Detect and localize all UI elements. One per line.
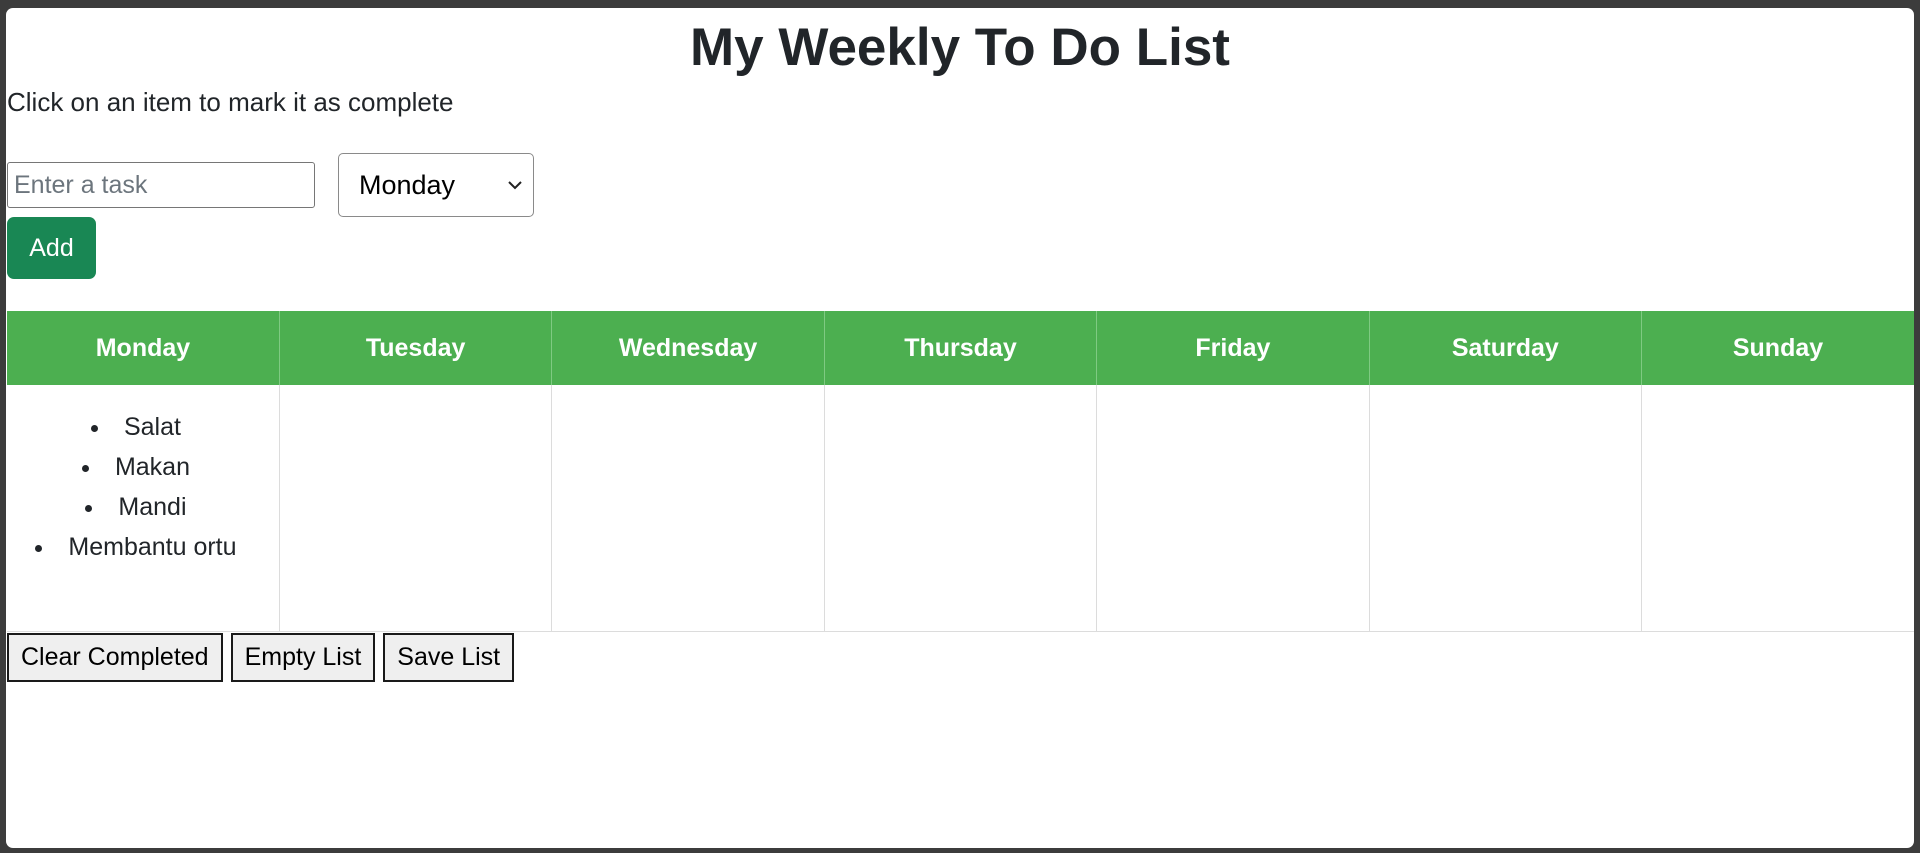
empty-list-button[interactable]: Empty List: [230, 633, 376, 682]
clear-completed-button[interactable]: Clear Completed: [7, 633, 223, 682]
day-header-sunday: Sunday: [1641, 311, 1914, 385]
day-select[interactable]: Monday: [338, 153, 534, 217]
day-header-tuesday: Tuesday: [279, 311, 553, 385]
day-cell-friday: [1096, 385, 1370, 632]
day-header-friday: Friday: [1096, 311, 1370, 385]
day-header-row: Monday Tuesday Wednesday Thursday Friday Satu…: [7, 311, 1914, 385]
day-select-value: Monday: [359, 169, 456, 200]
day-header-wednesday: Wednesday: [551, 311, 825, 385]
app-window: My Weekly To Do List Click on an item to…: [6, 8, 1914, 848]
day-header-thursday: Thursday: [824, 311, 1098, 385]
task-list-monday: SalatMakanMandiMembantu ortu: [7, 407, 279, 567]
task-input[interactable]: [7, 162, 315, 208]
day-header-saturday: Saturday: [1369, 311, 1643, 385]
task-item[interactable]: Salat: [7, 407, 265, 447]
day-cell-thursday: [824, 385, 1098, 632]
chevron-down-icon: [508, 181, 522, 190]
weekly-table: Monday Tuesday Wednesday Thursday Friday Satu…: [7, 311, 1914, 632]
day-header-monday: Monday: [7, 311, 280, 385]
action-buttons: Clear Completed Empty List Save List: [7, 633, 515, 682]
day-cell-sunday: [1641, 385, 1914, 632]
add-button[interactable]: Add: [7, 217, 96, 279]
save-list-button[interactable]: Save List: [383, 633, 515, 682]
day-cell-wednesday: [551, 385, 825, 632]
instruction-text: Click on an item to mark it as complete: [7, 87, 454, 117]
day-cell-saturday: [1369, 385, 1643, 632]
day-cell-tuesday: [279, 385, 553, 632]
task-item[interactable]: Makan: [7, 447, 265, 487]
task-input-row: Monday: [6, 153, 1914, 217]
task-item[interactable]: Mandi: [7, 487, 265, 527]
day-task-row: SalatMakanMandiMembantu ortu: [7, 385, 1914, 632]
task-item[interactable]: Membantu ortu: [7, 527, 265, 567]
day-cell-monday: SalatMakanMandiMembantu ortu: [7, 385, 280, 632]
page-title: My Weekly To Do List: [690, 18, 1230, 77]
